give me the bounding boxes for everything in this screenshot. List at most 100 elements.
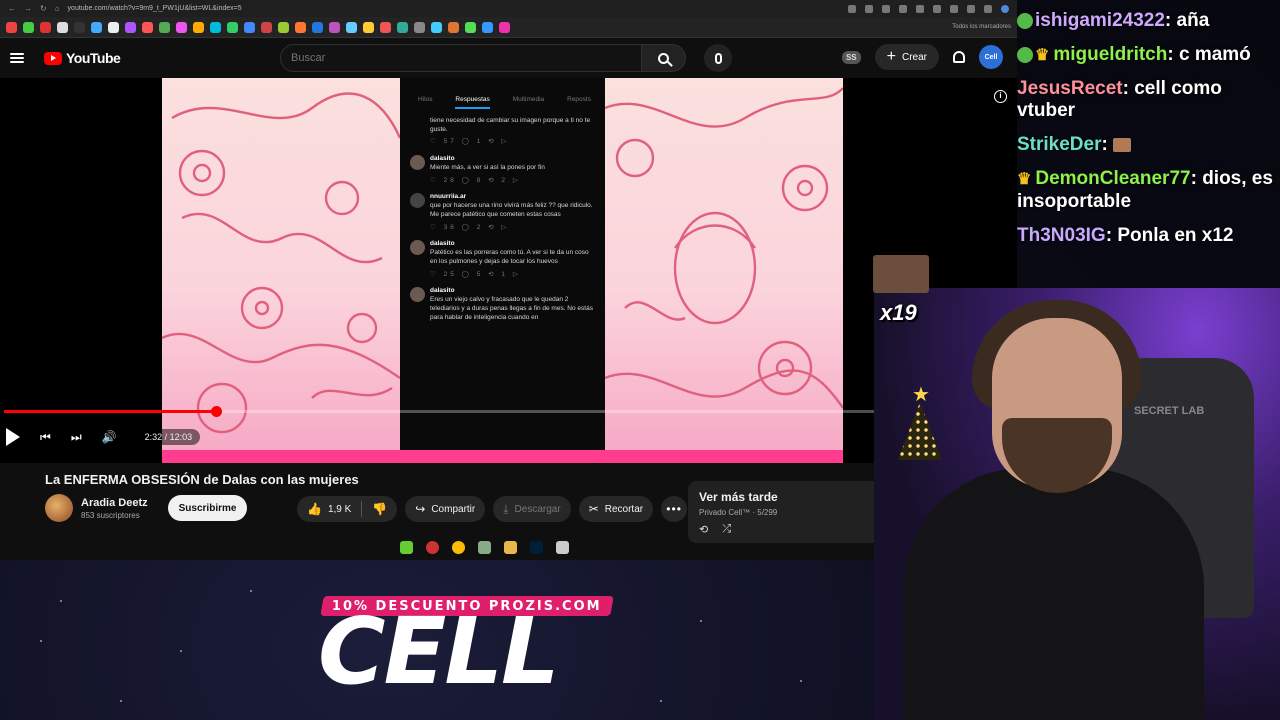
taskbar-dock: [400, 541, 569, 554]
thumbs-down-icon[interactable]: 👎: [372, 502, 387, 516]
all-bookmarks-link[interactable]: Todos los marcadores: [952, 24, 1011, 30]
extension-icon[interactable]: [967, 4, 975, 13]
photoshop-icon[interactable]: [530, 541, 543, 554]
chat-user: StrikeDer: [1017, 134, 1102, 156]
bookmark-icon[interactable]: [482, 21, 493, 33]
tweet-post: nnuurriia.ar que por hacerse una rino vi…: [408, 193, 597, 232]
bookmark-icon[interactable]: [329, 21, 340, 33]
tree-lights: [898, 402, 942, 460]
bookmark-icon[interactable]: [499, 21, 510, 33]
channel-avatar[interactable]: [45, 494, 73, 522]
voice-search-button[interactable]: [704, 44, 732, 72]
address-bar[interactable]: youtube.com/watch?v=9m9_t_PW1jU&list=WL&…: [68, 5, 840, 12]
progress-bar[interactable]: [4, 406, 1013, 417]
playlist-title[interactable]: Ver más tarde: [699, 490, 877, 504]
ss-extension-icon[interactable]: SS: [841, 50, 861, 64]
create-button[interactable]: + Crear: [874, 44, 939, 70]
bookmark-icon[interactable]: [6, 21, 17, 33]
home-icon[interactable]: ⌂: [55, 4, 60, 13]
bookmark-icon[interactable]: [91, 21, 102, 33]
bookmark-icon[interactable]: [397, 21, 408, 33]
webcam-feed: SECRET LAB ★: [874, 288, 1280, 720]
bookmark-icon[interactable]: [108, 21, 119, 33]
video-player[interactable]: Hilos Respuestas Multimedia Reposts tien…: [0, 78, 1017, 463]
channel-name[interactable]: Aradia Deetz: [81, 497, 148, 509]
bookmark-icon[interactable]: [40, 21, 51, 33]
extension-icon[interactable]: [882, 4, 890, 13]
forward-icon[interactable]: →: [24, 4, 32, 13]
bookmark-icon[interactable]: [278, 21, 289, 33]
bookmark-icon[interactable]: [295, 21, 306, 33]
loop-icon[interactable]: ⟲: [699, 523, 708, 536]
youtube-logo[interactable]: YouTube: [44, 50, 121, 66]
playlist-subtitle: Privado Cell™ · 5/299: [699, 508, 778, 517]
reload-icon[interactable]: ↻: [40, 4, 47, 13]
bookmark-icon[interactable]: [346, 21, 357, 33]
app-icon[interactable]: [556, 541, 569, 554]
share-button[interactable]: ↪ Compartir: [405, 496, 486, 522]
chat-text: añа: [1176, 10, 1210, 31]
extension-icon[interactable]: [984, 4, 992, 13]
extension-icon[interactable]: [950, 4, 958, 13]
search-input[interactable]: [280, 44, 642, 72]
bookmark-icon[interactable]: [380, 21, 391, 33]
progress-handle[interactable]: [210, 406, 222, 417]
bookmark-icon[interactable]: [312, 21, 323, 33]
bookmark-icon[interactable]: [125, 21, 136, 33]
bookmark-icon[interactable]: [176, 21, 187, 33]
info-icon[interactable]: i: [994, 90, 1007, 103]
bookmark-icon[interactable]: [448, 21, 459, 33]
play-icon[interactable]: [6, 428, 20, 446]
chrome-icon[interactable]: [452, 541, 465, 554]
folder-icon[interactable]: [504, 541, 517, 554]
floral-pattern-left: [162, 92, 400, 434]
extension-icon[interactable]: [916, 4, 924, 13]
youtube-play-icon: [44, 51, 62, 65]
tweet-text: Miente más, a ver si así la pones por fi…: [430, 163, 545, 171]
profile-icon[interactable]: [1001, 4, 1009, 13]
app-icon[interactable]: [400, 541, 413, 554]
bookmark-icon[interactable]: [431, 21, 442, 33]
bookmark-icon[interactable]: [261, 21, 272, 33]
notifications-bell-icon[interactable]: [953, 51, 965, 63]
clip-button[interactable]: ✂ Recortar: [578, 496, 654, 522]
stream-chat: ishigami24322: añа ♛ migueldritch: c mamó…: [1017, 10, 1280, 258]
subscribe-button[interactable]: Suscribirme: [167, 495, 248, 521]
shuffle-icon[interactable]: ⤮: [722, 523, 731, 536]
search-icon: [658, 52, 669, 64]
bookmark-icon[interactable]: [159, 21, 170, 33]
bookmark-icon[interactable]: [227, 21, 238, 33]
bookmark-icon[interactable]: [363, 21, 374, 33]
bookmark-icon[interactable]: [193, 21, 204, 33]
more-options-icon[interactable]: •••: [661, 496, 688, 522]
download-button[interactable]: ⤓ Descargar: [493, 496, 571, 522]
chat-message: JesusRecet: cell como vtuber: [1017, 77, 1222, 122]
volume-icon[interactable]: 🔊: [102, 430, 117, 444]
bookmark-icon[interactable]: [210, 21, 221, 33]
bookmark-icon[interactable]: [414, 21, 425, 33]
previous-icon[interactable]: ⏮: [40, 430, 51, 445]
back-icon[interactable]: ←: [8, 4, 16, 13]
extension-icon[interactable]: [933, 4, 941, 13]
channel-row: Aradia Deetz 853 suscriptores Suscribirm…: [45, 494, 248, 522]
bookmark-icon[interactable]: [142, 21, 153, 33]
like-button[interactable]: 👍 1,9 K 👎: [297, 496, 398, 522]
chat-badge-icon: [1017, 12, 1033, 29]
app-icon[interactable]: [426, 541, 439, 554]
app-icon[interactable]: [478, 541, 491, 554]
subscriber-count: 853 suscriptores: [81, 510, 140, 520]
next-icon[interactable]: ⏭: [71, 430, 82, 445]
search-button[interactable]: [642, 44, 686, 72]
bookmark-icon[interactable]: [23, 21, 34, 33]
menu-icon[interactable]: [10, 53, 24, 63]
bookmark-icon[interactable]: [465, 21, 476, 33]
mic-icon: [714, 52, 722, 64]
extension-icon[interactable]: [899, 4, 907, 13]
bookmark-icon[interactable]: [57, 21, 68, 33]
extension-icon[interactable]: [865, 4, 873, 13]
extension-icon[interactable]: [848, 4, 856, 13]
bookmark-icon[interactable]: [74, 21, 85, 33]
chat-user: JesusRecet: [1017, 77, 1123, 99]
bookmark-icon[interactable]: [244, 21, 255, 33]
account-avatar[interactable]: Cell: [979, 45, 1003, 69]
